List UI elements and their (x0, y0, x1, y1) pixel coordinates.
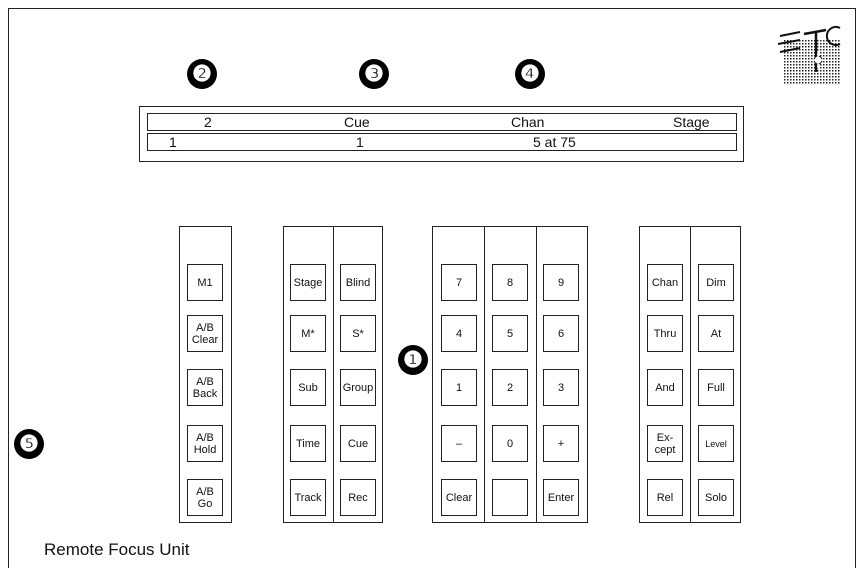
key-level[interactable]: Level (698, 425, 734, 462)
key-4[interactable]: 4 (441, 315, 477, 352)
display-value-1: 1 (169, 134, 177, 150)
key-6[interactable]: 6 (543, 315, 579, 352)
lcd-display: 2 Cue Chan Stage 1 1 5 at 75 (139, 106, 744, 162)
key-9[interactable]: 9 (543, 264, 579, 301)
display-command-line: 5 at 75 (533, 134, 576, 150)
key-cue[interactable]: Cue (340, 425, 376, 462)
key-8[interactable]: 8 (492, 264, 528, 301)
panel-macro: M1 A/B Clear A/B Back A/B Hold A/B Go (179, 226, 232, 523)
key-rel[interactable]: Rel (647, 479, 683, 516)
column-divider (536, 227, 537, 522)
key-7[interactable]: 7 (441, 264, 477, 301)
key-except[interactable]: Ex- cept (647, 425, 683, 462)
column-divider (690, 227, 691, 522)
display-mode-field: Cue (344, 114, 370, 130)
callout-5: ❺ (14, 429, 44, 459)
key-enter[interactable]: Enter (543, 479, 579, 516)
key-1[interactable]: 1 (441, 369, 477, 406)
key-0[interactable]: 0 (492, 425, 528, 462)
column-divider (333, 227, 334, 522)
key-ab-clear[interactable]: A/B Clear (187, 315, 223, 352)
key-ab-go[interactable]: A/B Go (187, 479, 223, 516)
display-channel-field: Chan (511, 114, 545, 130)
key-plus[interactable]: + (543, 425, 579, 462)
key-s-star[interactable]: S* (340, 315, 376, 352)
callout-1: ❶ (398, 345, 428, 375)
key-group[interactable]: Group (340, 369, 376, 406)
key-track[interactable]: Track (290, 479, 326, 516)
key-5[interactable]: 5 (492, 315, 528, 352)
display-value-2: 1 (356, 134, 364, 150)
key-m1[interactable]: M1 (187, 264, 223, 301)
key-solo[interactable]: Solo (698, 479, 734, 516)
key-ab-back[interactable]: A/B Back (187, 369, 223, 406)
key-rec[interactable]: Rec (340, 479, 376, 516)
key-stage[interactable]: Stage (290, 264, 326, 301)
key-full[interactable]: Full (698, 369, 734, 406)
caption-remote-focus-unit: Remote Focus Unit (44, 540, 190, 559)
key-m-star[interactable]: M* (290, 315, 326, 352)
key-ab-hold[interactable]: A/B Hold (187, 425, 223, 462)
key-clear[interactable]: Clear (441, 479, 477, 516)
display-row-bottom: 1 1 5 at 75 (147, 133, 737, 151)
etc-logo-icon (778, 26, 841, 84)
key-at[interactable]: At (698, 315, 734, 352)
callout-4: ❹ (515, 59, 545, 89)
display-row-top: 2 Cue Chan Stage (147, 113, 737, 131)
key-minus[interactable]: – (441, 425, 477, 462)
panel-keypad: 7 4 1 – Clear 8 5 2 0 9 6 3 + Enter (432, 226, 588, 523)
key-chan[interactable]: Chan (647, 264, 683, 301)
panel-command: Chan Thru And Ex- cept Rel Dim At Full L… (639, 226, 741, 523)
display-submaster-field: 2 (204, 114, 212, 130)
key-dim[interactable]: Dim (698, 264, 734, 301)
callout-3: ❸ (359, 59, 389, 89)
key-time[interactable]: Time (290, 425, 326, 462)
key-2[interactable]: 2 (492, 369, 528, 406)
column-divider (484, 227, 485, 522)
key-blank[interactable] (492, 479, 528, 516)
callout-2: ❷ (187, 59, 217, 89)
display-stage-field: Stage (673, 114, 710, 130)
key-sub[interactable]: Sub (290, 369, 326, 406)
key-thru[interactable]: Thru (647, 315, 683, 352)
key-3[interactable]: 3 (543, 369, 579, 406)
panel-mode: Stage M* Sub Time Track Blind S* Group C… (283, 226, 383, 523)
key-blind[interactable]: Blind (340, 264, 376, 301)
key-and[interactable]: And (647, 369, 683, 406)
